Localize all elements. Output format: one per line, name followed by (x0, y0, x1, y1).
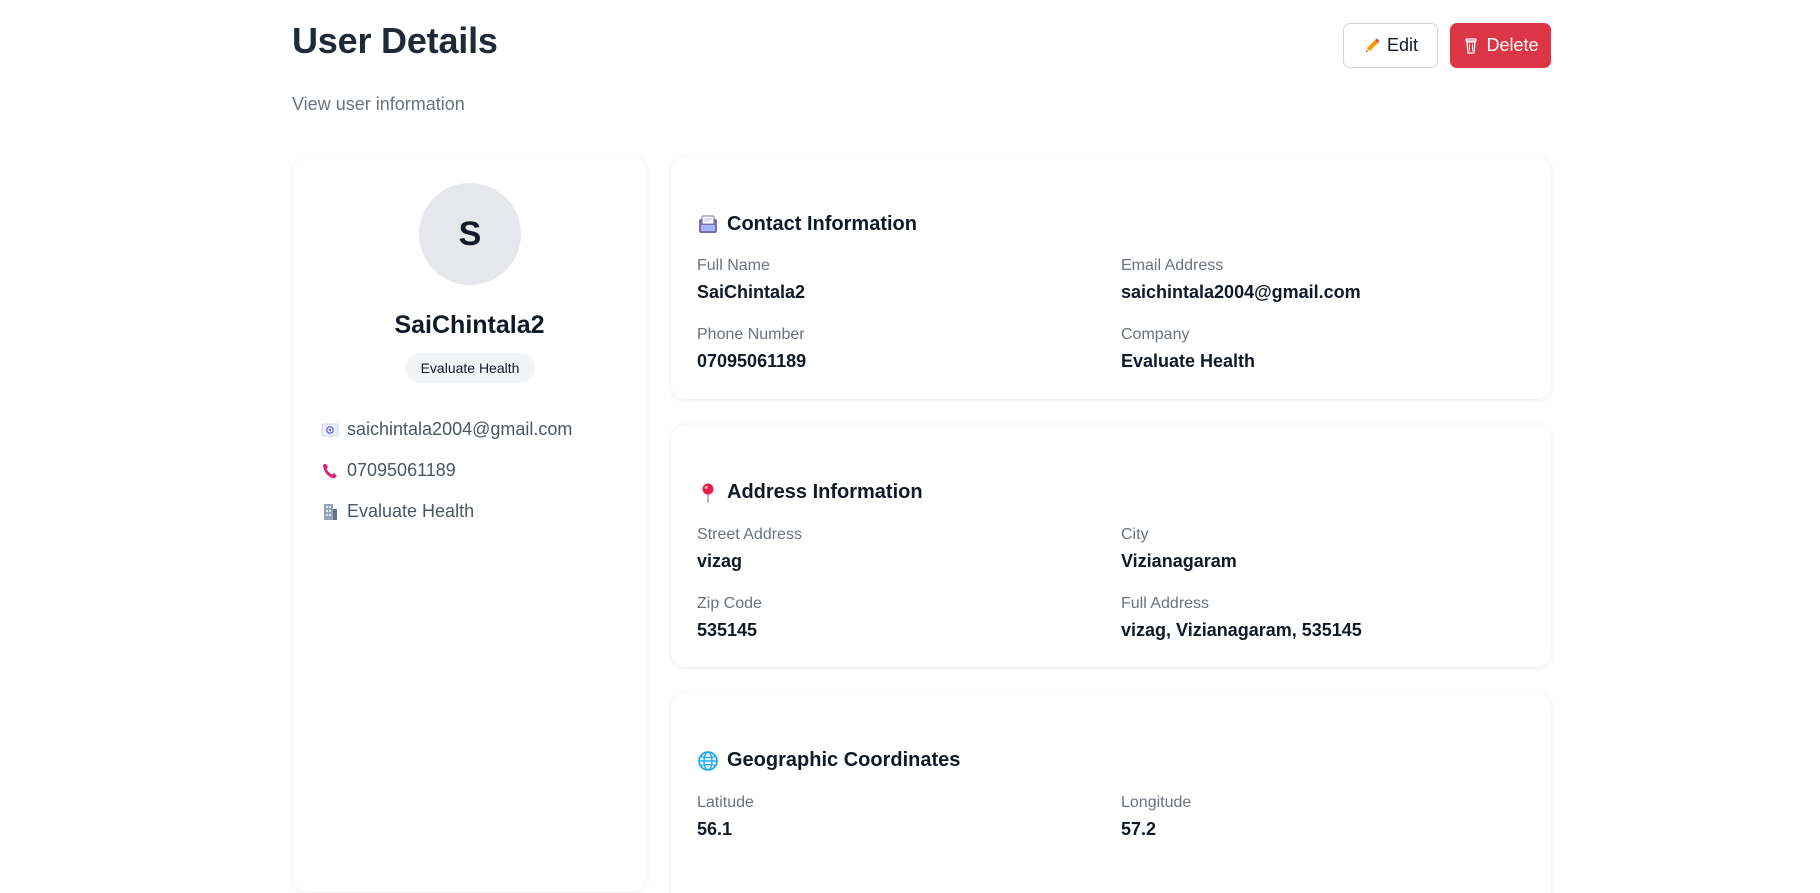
page-title: User Details (292, 20, 498, 61)
geographic-coordinates-card: Geographic Coordinates Latitude 56.1 Lon… (671, 693, 1551, 893)
latitude-value: 56.1 (697, 819, 733, 839)
full-address-field: Full Address vizag, Vizianagaram, 535145 (1121, 595, 1362, 641)
profile-company-row: Evaluate Health (321, 501, 474, 522)
edit-button[interactable]: Edit (1343, 23, 1438, 68)
full-name-value: SaiChintala2 (697, 282, 806, 302)
email-value: saichintala2004@gmail.com (1121, 282, 1361, 302)
contact-information-title: Contact Information (697, 213, 917, 236)
profile-email-row: saichintala2004@gmail.com (321, 419, 572, 440)
company-value: Evaluate Health (1121, 351, 1256, 371)
pin-icon (697, 482, 719, 504)
envelope-icon (321, 421, 339, 439)
profile-phone: 07095061189 (347, 460, 456, 480)
zip-value: 535145 (697, 620, 758, 640)
email-label: Email Address (1121, 257, 1224, 274)
city-field: City Vizianagaram (1121, 526, 1237, 572)
geographic-coordinates-title: Geographic Coordinates (697, 749, 960, 772)
zip-field: Zip Code 535145 (697, 595, 762, 641)
profile-email: saichintala2004@gmail.com (347, 419, 573, 439)
email-field: Email Address saichintala2004@gmail.com (1121, 257, 1361, 303)
company-field: Company Evaluate Health (1121, 326, 1255, 372)
profile-name: SaiChintala2 (394, 311, 545, 339)
street-label: Street Address (697, 526, 802, 543)
zip-label: Zip Code (697, 595, 762, 612)
street-value: vizag (697, 551, 743, 571)
phone-value: 07095061189 (697, 351, 807, 371)
full-address-label: Full Address (1121, 595, 1210, 612)
address-information-title: Address Information (697, 481, 923, 504)
trash-icon (1462, 37, 1480, 55)
street-field: Street Address vizag (697, 526, 802, 572)
building-icon (321, 503, 339, 521)
company-label: Company (1121, 326, 1190, 343)
page-subtitle: View user information (292, 94, 465, 114)
longitude-field: Longitude 57.2 (1121, 794, 1191, 840)
profile-card: S SaiChintala2 Evaluate Health saichinta… (293, 157, 646, 892)
delete-button[interactable]: Delete (1450, 23, 1551, 68)
latitude-label: Latitude (697, 794, 754, 811)
latitude-field: Latitude 56.1 (697, 794, 754, 840)
contact-information-label: Contact Information (727, 213, 917, 235)
company-badge: Evaluate Health (405, 353, 535, 383)
city-value: Vizianagaram (1121, 551, 1237, 571)
city-label: City (1121, 526, 1149, 543)
contact-card-icon (697, 214, 719, 236)
delete-button-label: Delete (1486, 35, 1539, 55)
longitude-label: Longitude (1121, 794, 1192, 811)
geographic-coordinates-label: Geographic Coordinates (727, 749, 961, 771)
longitude-value: 57.2 (1121, 819, 1157, 839)
phone-field: Phone Number 07095061189 (697, 326, 806, 372)
full-name-label: Full Name (697, 257, 770, 274)
phone-icon (321, 462, 339, 480)
pencil-icon (1363, 37, 1381, 55)
avatar: S (419, 183, 521, 285)
full-name-field: Full Name SaiChintala2 (697, 257, 805, 303)
contact-information-card: Contact Information Full Name SaiChintal… (671, 157, 1551, 399)
user-details-page: User Details View user information Edit … (0, 0, 1820, 893)
profile-phone-row: 07095061189 (321, 460, 456, 481)
address-information-card: Address Information Street Address vizag… (671, 425, 1551, 667)
edit-button-label: Edit (1386, 35, 1419, 55)
address-information-label: Address Information (727, 481, 923, 503)
globe-icon (697, 750, 719, 772)
profile-company: Evaluate Health (347, 501, 475, 521)
phone-label: Phone Number (697, 326, 805, 343)
full-address-value: vizag, Vizianagaram, 535145 (1121, 620, 1362, 640)
